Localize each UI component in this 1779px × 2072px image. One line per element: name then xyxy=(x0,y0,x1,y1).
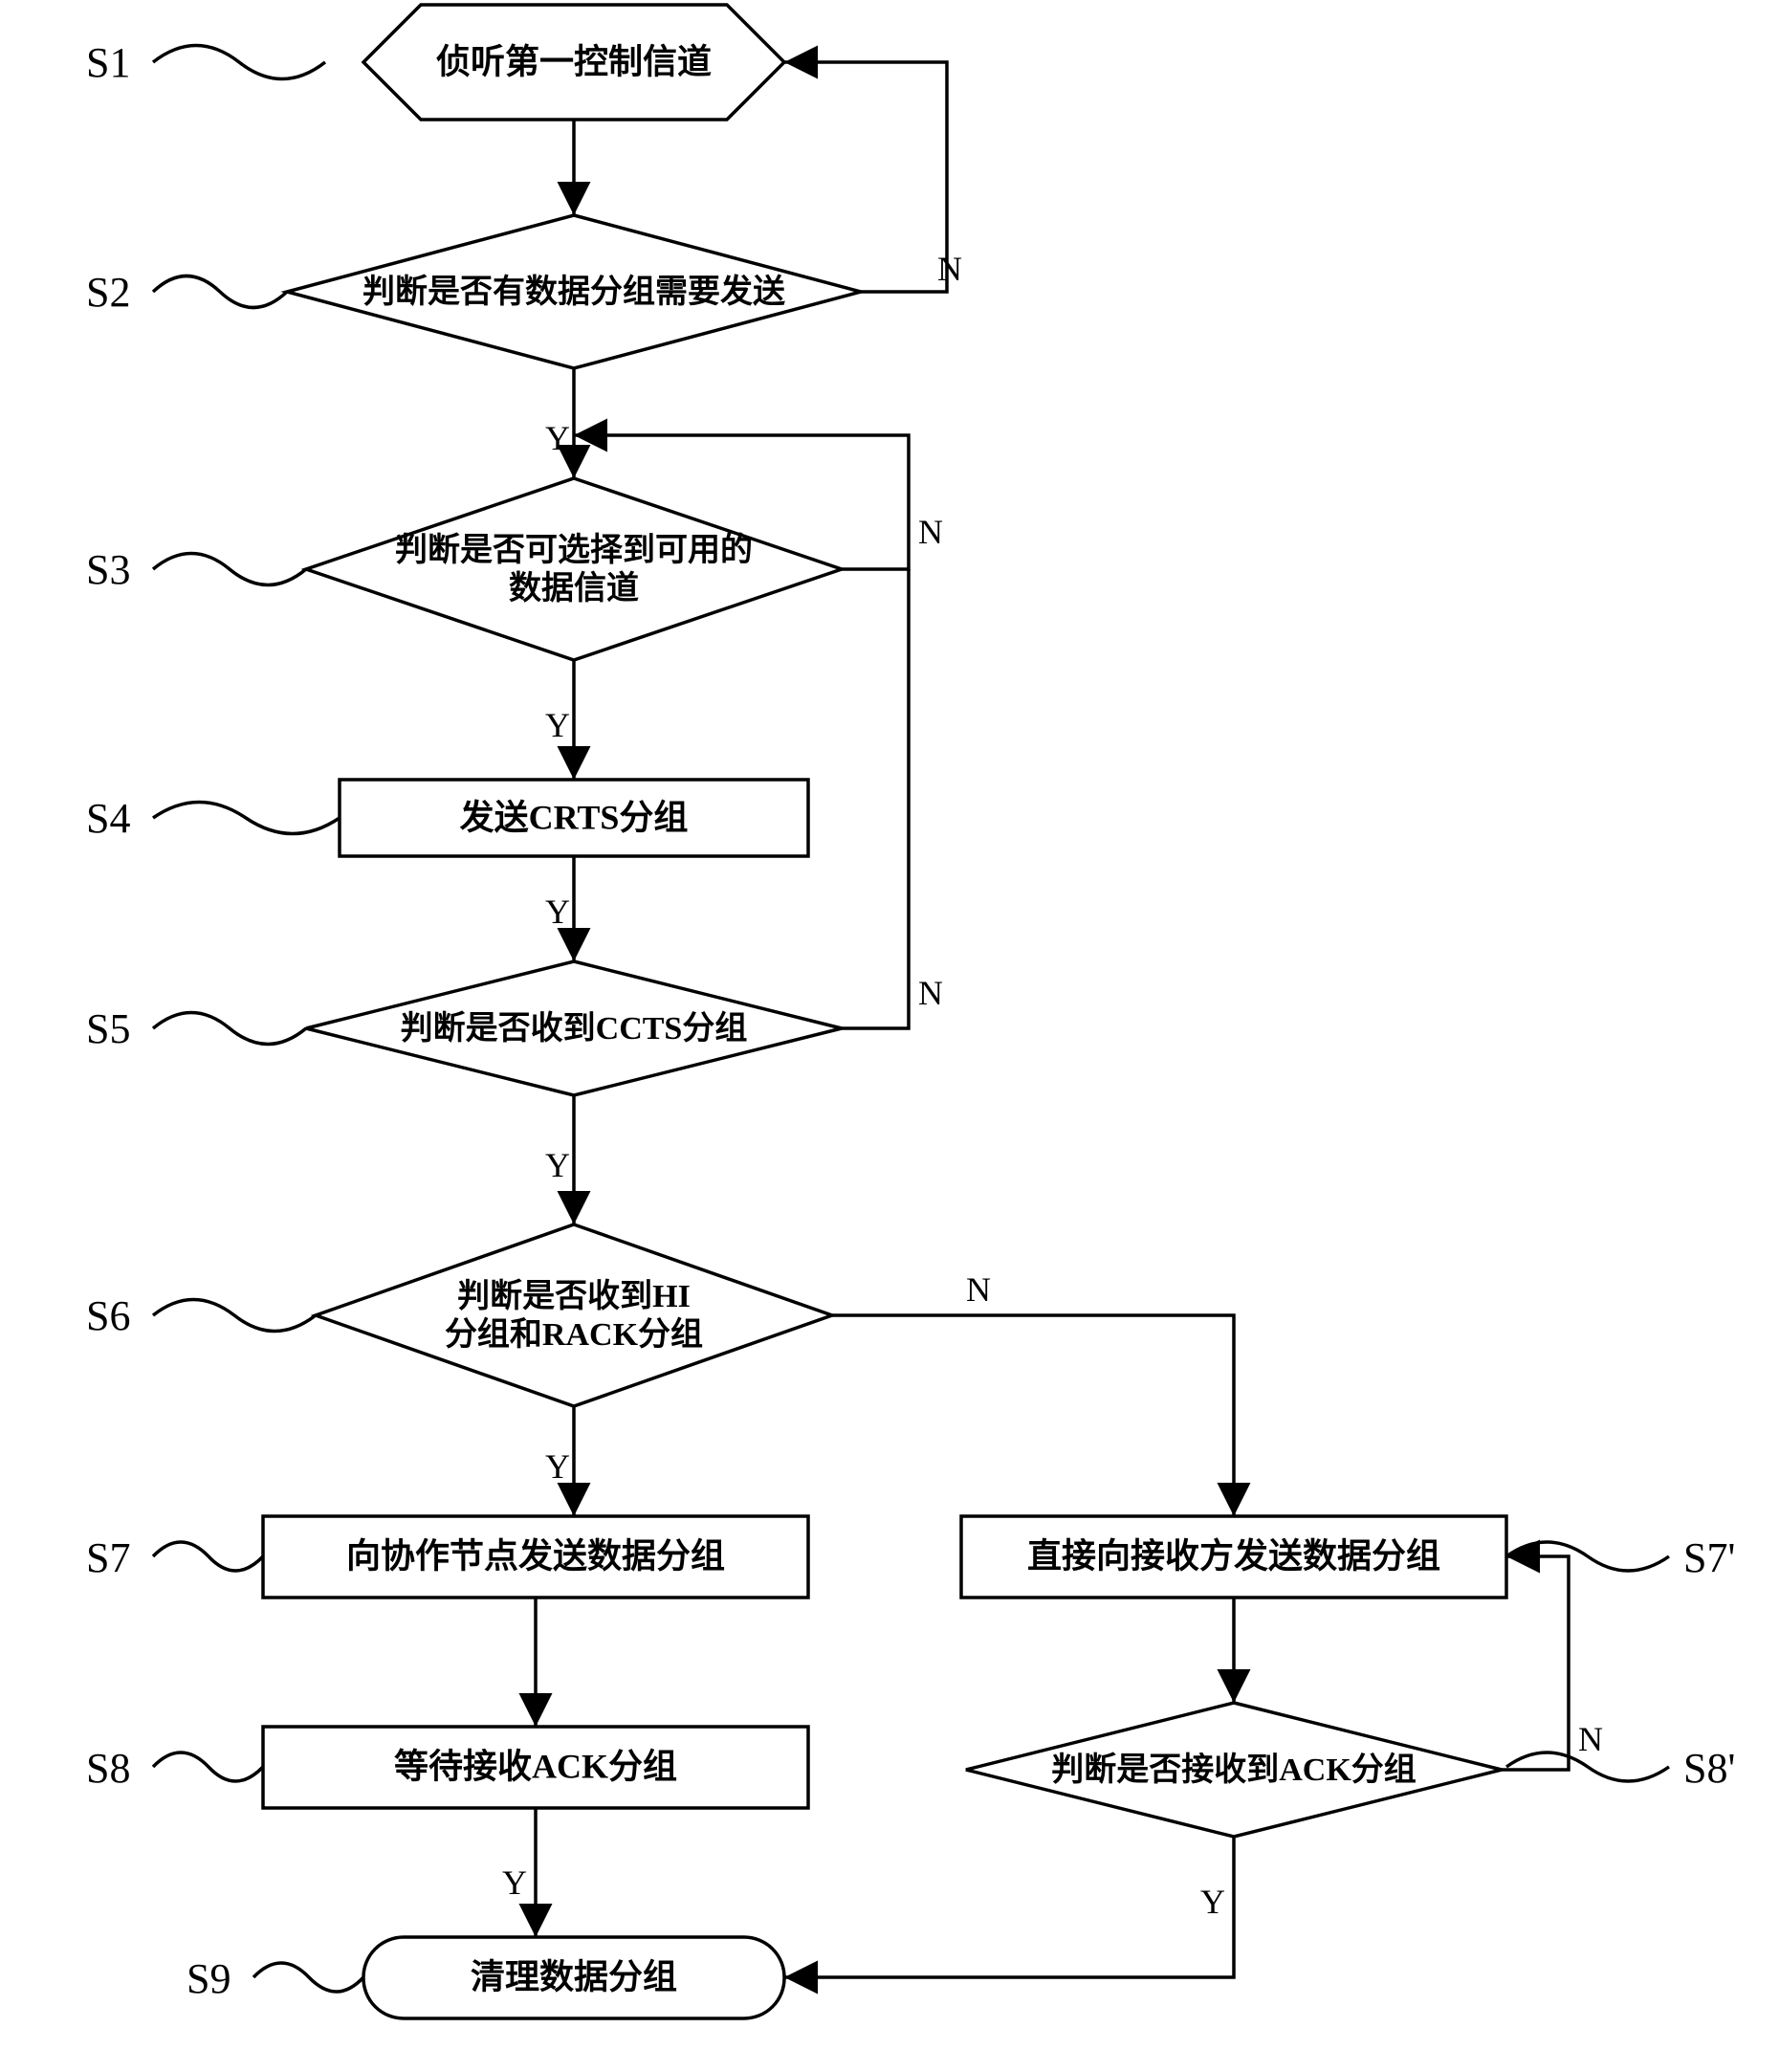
s9-text: 清理数据分组 xyxy=(471,1957,677,1995)
s6-node: 判断是否收到HI 分组和RACK分组 xyxy=(316,1224,832,1406)
s8-node: 等待接收ACK分组 xyxy=(263,1727,808,1808)
s8p-no: N xyxy=(1578,1720,1603,1758)
s7-text: 向协作节点发送数据分组 xyxy=(346,1536,725,1575)
s4-node: 发送CRTS分组 xyxy=(340,780,808,856)
label-s7: S7 xyxy=(86,1534,130,1581)
flowchart: 侦听第一控制信道 判断是否有数据分组需要发送 判断是否可选择到可用的 数据信道 … xyxy=(0,0,1779,2072)
s8p-yes: Y xyxy=(1200,1883,1225,1921)
label-s8p: S8' xyxy=(1683,1745,1735,1792)
s7p-node: 直接向接收方发送数据分组 xyxy=(961,1516,1506,1598)
s5-text: 判断是否收到CCTS分组 xyxy=(401,1010,748,1047)
s6-yes: Y xyxy=(545,1447,570,1486)
s2-text: 判断是否有数据分组需要发送 xyxy=(362,274,785,310)
s1-node: 侦听第一控制信道 xyxy=(363,5,784,120)
label-s8: S8 xyxy=(86,1745,130,1792)
label-s6: S6 xyxy=(86,1292,130,1339)
label-s9: S9 xyxy=(187,1955,231,2002)
label-s1: S1 xyxy=(86,39,130,86)
label-s5: S5 xyxy=(86,1005,130,1052)
s8-text: 等待接收ACK分组 xyxy=(394,1747,677,1785)
s9-node: 清理数据分组 xyxy=(363,1937,784,2018)
label-s4: S4 xyxy=(86,795,130,842)
s6-no: N xyxy=(966,1270,991,1309)
s5-node: 判断是否收到CCTS分组 xyxy=(306,961,842,1095)
s4-text: 发送CRTS分组 xyxy=(460,798,689,836)
s7-node: 向协作节点发送数据分组 xyxy=(263,1516,808,1598)
s7p-text: 直接向接收方发送数据分组 xyxy=(1027,1536,1440,1575)
s3-yes: Y xyxy=(545,706,570,744)
s6-text-b: 分组和RACK分组 xyxy=(445,1316,703,1353)
s4-yes: Y xyxy=(545,893,570,931)
s8p-node: 判断是否接收到ACK分组 xyxy=(966,1703,1502,1837)
s3-no: N xyxy=(918,513,943,551)
branch-labels: N Y N Y Y N Y N Y Y N Y xyxy=(502,250,1603,1921)
s3-text-b: 数据信道 xyxy=(509,570,639,606)
label-s3: S3 xyxy=(86,546,130,593)
label-s7p: S7' xyxy=(1683,1534,1735,1581)
s8p-text: 判断是否接收到ACK分组 xyxy=(1051,1752,1417,1788)
s2-no: N xyxy=(937,250,962,288)
s6-text-a: 判断是否收到HI xyxy=(457,1278,691,1314)
s3-text-a: 判断是否可选择到可用的 xyxy=(395,532,753,568)
label-s2: S2 xyxy=(86,269,130,316)
s5-yes: Y xyxy=(545,1146,570,1184)
s1-text: 侦听第一控制信道 xyxy=(436,42,712,80)
s2-node: 判断是否有数据分组需要发送 xyxy=(287,215,861,368)
s5-no: N xyxy=(918,974,943,1012)
s8-yes: Y xyxy=(502,1863,527,1902)
s3-node: 判断是否可选择到可用的 数据信道 xyxy=(306,478,842,660)
s2-yes: Y xyxy=(545,419,570,457)
